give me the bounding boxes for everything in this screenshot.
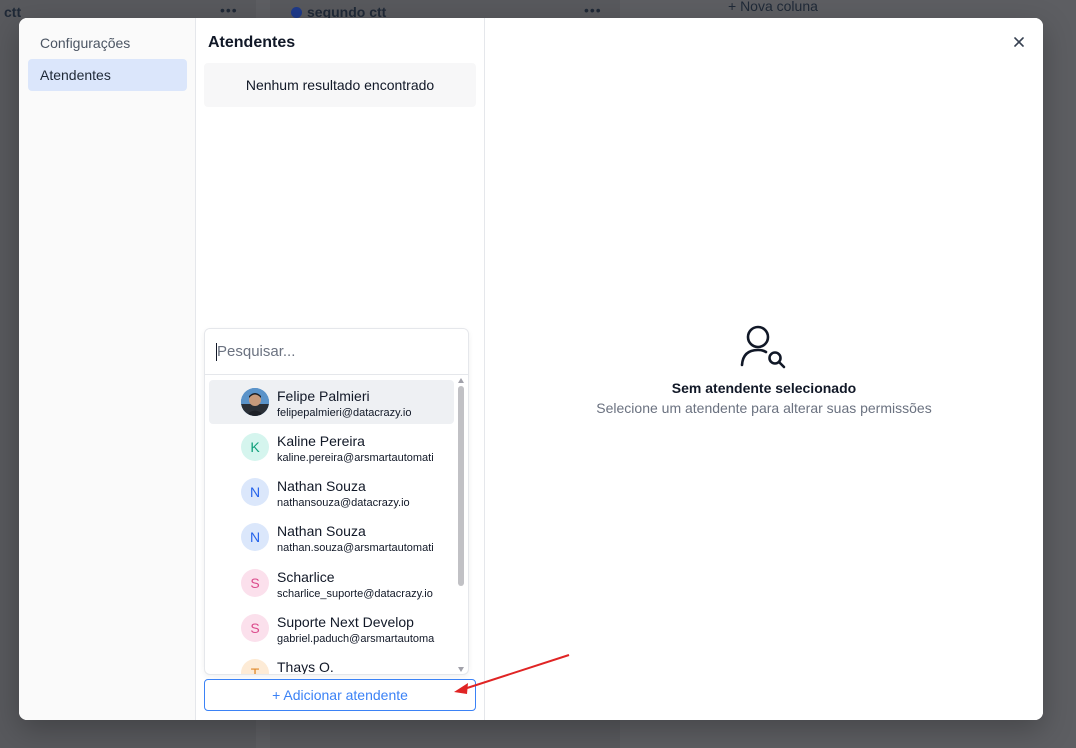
close-icon[interactable] [1011,34,1027,50]
user-photo-icon [241,388,269,416]
agent-option-kaline[interactable]: K Kaline Pereira kaline.pereira@arsmarta… [209,425,454,469]
settings-modal: Configurações Atendentes Atendentes Nenh… [19,18,1043,720]
agent-option-suporte[interactable]: S Suporte Next Develop gabriel.paduch@ar… [209,606,454,650]
agent-name: Scharlice [277,569,335,585]
bg-column-2-color-dot [291,7,302,18]
nav-item-configuracoes[interactable]: Configurações [28,27,187,59]
agent-option-felipe[interactable]: Felipe Palmieri felipepalmieri@datacrazy… [209,380,454,424]
empty-state-title: Sem atendente selecionado [671,380,857,396]
agent-name: Suporte Next Develop [277,614,414,630]
bg-new-column-button: + Nova coluna [728,0,818,14]
agent-email: nathansouza@datacrazy.io [277,497,410,509]
avatar: N [241,478,269,506]
agent-name: Thays O. [277,659,334,674]
add-agent-button[interactable]: + Adicionar atendente [204,679,476,711]
agent-search-dropdown: Felipe Palmieri felipepalmieri@datacrazy… [204,328,469,675]
user-search-icon [740,325,786,369]
nav-item-atendentes[interactable]: Atendentes [28,59,187,91]
avatar: T [241,659,269,674]
bg-column-1-menu-icon: ••• [220,2,238,18]
settings-nav: Configurações Atendentes [19,18,196,720]
panel-title: Atendentes [208,34,296,51]
agent-options-list: Felipe Palmieri felipepalmieri@datacrazy… [205,376,455,674]
agent-name: Nathan Souza [277,478,366,494]
text-cursor [216,343,217,361]
agent-email: felipepalmieri@datacrazy.io [277,407,412,419]
avatar: N [241,523,269,551]
agent-option-thays[interactable]: T Thays O. [209,651,454,674]
empty-state-description: Selecione um atendente para alterar suas… [596,400,932,416]
agent-email: kaline.pereira@arsmartautomati [277,452,434,464]
scroll-down-arrow-icon[interactable] [458,667,464,672]
avatar [241,388,269,416]
agent-option-nathan-2[interactable]: N Nathan Souza nathan.souza@arsmartautom… [209,515,454,559]
agent-name: Felipe Palmieri [277,388,370,404]
bg-column-2-menu-icon: ••• [584,2,602,18]
agent-option-nathan-1[interactable]: N Nathan Souza nathansouza@datacrazy.io [209,470,454,514]
avatar: K [241,433,269,461]
agent-email: gabriel.paduch@arsmartautoma [277,633,435,645]
agent-option-scharlice[interactable]: S Scharlice scharlice_suporte@datacrazy.… [209,561,454,605]
avatar: S [241,569,269,597]
agents-list-panel: Atendentes Nenhum resultado encontrado P… [196,18,485,720]
empty-results-message: Nenhum resultado encontrado [204,63,476,107]
search-input[interactable] [205,329,468,375]
agent-detail-panel: Sem atendente selecionado Selecione um a… [485,18,1043,720]
scroll-thumb[interactable] [458,386,464,586]
agent-name: Kaline Pereira [277,433,365,449]
agent-name: Nathan Souza [277,523,366,539]
scroll-up-arrow-icon[interactable] [458,378,464,383]
options-scrollbar[interactable] [456,376,466,674]
agent-email: scharlice_suporte@datacrazy.io [277,588,433,600]
agent-email: nathan.souza@arsmartautomati [277,542,434,554]
avatar: S [241,614,269,642]
